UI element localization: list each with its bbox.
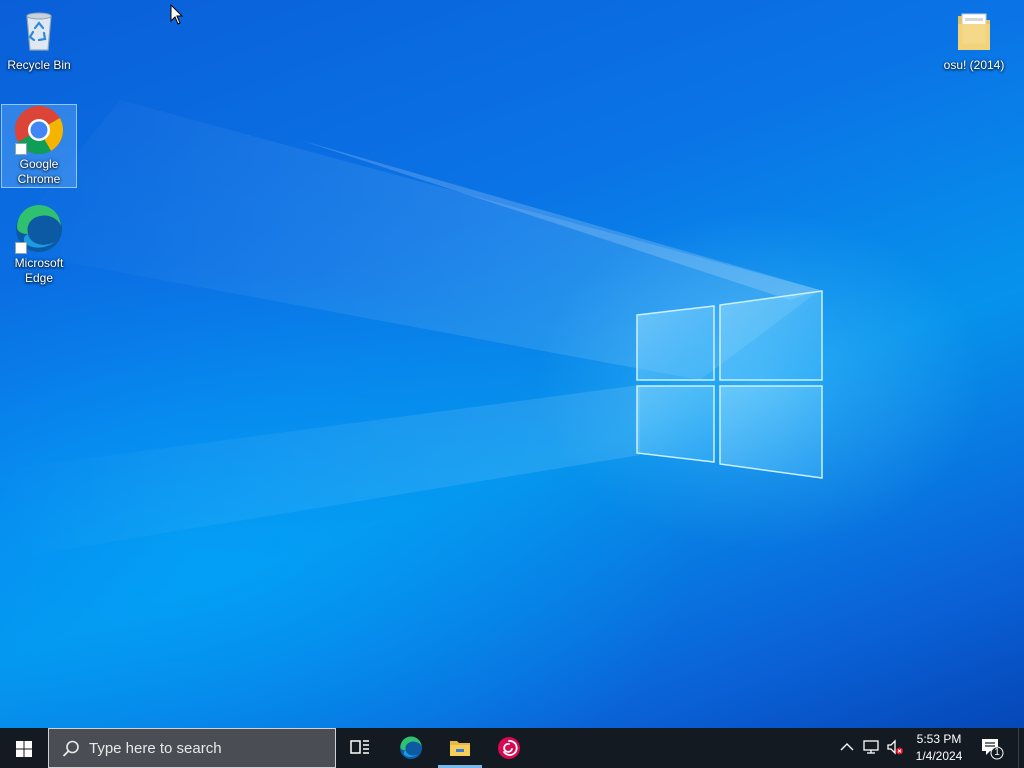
folder-icon (949, 6, 999, 56)
desktop-icon-label: osu! (2014) (943, 58, 1005, 72)
windows-start-icon (16, 741, 32, 757)
task-view-icon (350, 740, 369, 754)
taskbar-edge-button[interactable] (387, 728, 435, 768)
taskbar-clock[interactable]: 5:53 PM 1/4/2024 (908, 731, 970, 765)
taskbar-debian-button[interactable] (485, 728, 533, 768)
desktop-icon-label-line2: Chrome (17, 172, 61, 186)
file-explorer-icon (450, 741, 470, 756)
desktop[interactable]: Recycle Bin Google Chrome Microsoft Edge… (0, 0, 1024, 728)
start-button[interactable] (0, 728, 48, 768)
action-center-button[interactable]: 1 (978, 736, 1004, 760)
clock-date: 1/4/2024 (915, 749, 963, 763)
desktop-icon-microsoft-edge[interactable]: Microsoft Edge (2, 204, 76, 286)
search-placeholder: Type here to search (89, 740, 222, 757)
debian-icon (498, 737, 520, 759)
windows-logo-wallpaper (636, 290, 823, 479)
network-icon[interactable] (862, 738, 880, 756)
edge-icon (14, 204, 64, 254)
desktop-icon-label: Recycle Bin (7, 58, 71, 72)
volume-muted-icon[interactable] (886, 738, 904, 756)
taskbar-search-box[interactable]: Type here to search (48, 728, 336, 768)
clock-time: 5:53 PM (916, 732, 962, 746)
task-view-button[interactable] (336, 728, 384, 768)
edge-icon (399, 736, 423, 760)
show-desktop-button[interactable] (1018, 728, 1024, 768)
desktop-icon-label-line1: Microsoft (14, 256, 64, 270)
shortcut-arrow-icon (15, 242, 27, 254)
desktop-icon-google-chrome[interactable]: Google Chrome (1, 104, 77, 188)
desktop-icon-osu-folder[interactable]: osu! (2014) (937, 6, 1011, 73)
recycle-bin-icon (14, 6, 64, 56)
taskbar: Type here to search 5:53 PM 1/4/2024 1 (0, 728, 1024, 768)
search-icon (62, 740, 79, 757)
desktop-icon-label-line2: Edge (24, 271, 54, 285)
desktop-icon-recycle-bin[interactable]: Recycle Bin (2, 6, 76, 73)
show-hidden-icons-chevron-icon[interactable] (838, 738, 856, 756)
desktop-icon-label-line1: Google (19, 157, 59, 171)
chrome-icon (14, 105, 64, 155)
notification-count-badge: 1 (994, 747, 1000, 758)
mouse-cursor-icon (170, 4, 184, 25)
shortcut-arrow-icon (15, 143, 27, 155)
taskbar-file-explorer-button[interactable] (436, 728, 484, 768)
